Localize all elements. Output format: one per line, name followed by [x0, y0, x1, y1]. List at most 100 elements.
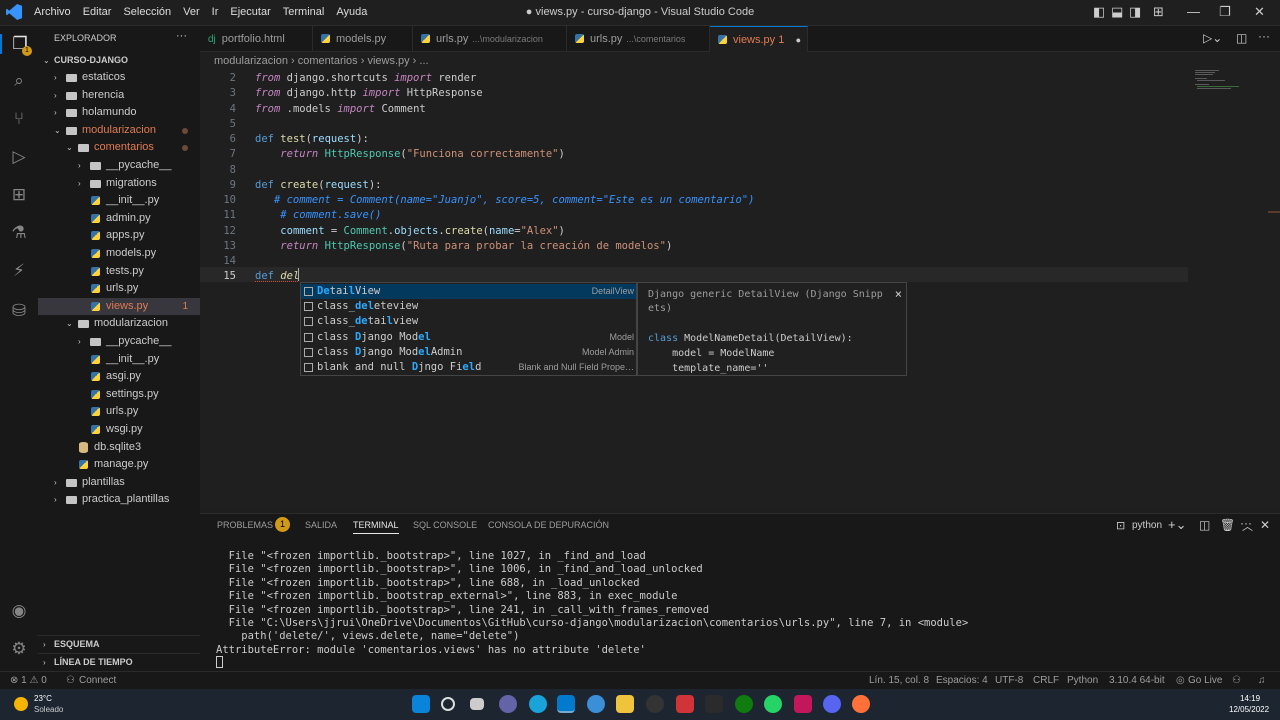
menu-archivo[interactable]: Archivo	[34, 6, 71, 18]
github-icon[interactable]	[646, 695, 664, 713]
tab-portfolio-html[interactable]: dj portfolio.html	[200, 26, 313, 52]
whatsapp-icon[interactable]	[764, 695, 782, 713]
file-item[interactable]: apps.py	[38, 227, 200, 244]
close-window-icon[interactable]: ✕	[1254, 4, 1265, 20]
language-mode[interactable]: Python	[1067, 675, 1098, 686]
explorer-icon[interactable]: ❐	[0, 34, 38, 54]
kill-terminal-icon[interactable]: 🗑	[1220, 518, 1235, 532]
file-item[interactable]: __init__.py	[38, 351, 200, 368]
tab-views-py-1[interactable]: views.py 1 ●	[710, 26, 808, 52]
clock-time[interactable]: 14:19	[1240, 694, 1260, 703]
file-item[interactable]: asgi.py	[38, 368, 200, 385]
code-line[interactable]: return HttpResponse("Funciona correctame…	[255, 147, 565, 162]
weather-desc[interactable]: Soleado	[34, 705, 63, 714]
folder-item[interactable]: › __pycache__	[38, 333, 200, 350]
extensions-icon[interactable]: ⊞	[9, 185, 29, 205]
menu-ejecutar[interactable]: Ejecutar	[230, 6, 270, 18]
code-line[interactable]: return HttpResponse("Ruta para probar la…	[255, 239, 672, 254]
menu-selección[interactable]: Selección	[123, 6, 171, 18]
code-line[interactable]: def create(request):	[255, 178, 381, 193]
file-item[interactable]: wsgi.py	[38, 421, 200, 438]
run-file-icon[interactable]: ▷⌄	[1203, 31, 1222, 45]
terminal-shell[interactable]: python	[1132, 520, 1162, 531]
source-control-icon[interactable]: ⑂	[9, 109, 29, 129]
file-explorer-icon[interactable]	[616, 695, 634, 713]
menu-ayuda[interactable]: Ayuda	[336, 6, 367, 18]
layout-sidebar-icon[interactable]: ◧	[1093, 4, 1105, 20]
go-live-button[interactable]: Go Live	[1188, 675, 1222, 686]
folder-item[interactable]: ⌄ comentarios	[38, 139, 200, 156]
edge-icon[interactable]	[529, 695, 547, 713]
suggestion-item[interactable]: class Django Model Model	[301, 330, 636, 345]
close-details-icon[interactable]: ×	[895, 287, 902, 301]
tab-urls-py[interactable]: urls.py ...\comentarios	[567, 26, 710, 52]
editor-more-icon[interactable]: ···	[1258, 29, 1270, 43]
file-item[interactable]: views.py 1	[38, 297, 200, 315]
file-item[interactable]: __init__.py	[38, 192, 200, 209]
file-item[interactable]: db.sqlite3	[38, 439, 200, 456]
menu-ir[interactable]: Ir	[212, 6, 219, 18]
file-item[interactable]: urls.py	[38, 280, 200, 297]
split-editor-icon[interactable]: ◫	[1236, 31, 1247, 45]
testing-icon[interactable]: ⚗	[9, 223, 29, 243]
timeline-section[interactable]: › LÍNEA DE TIEMPO	[38, 653, 200, 670]
vscode-taskbar-icon[interactable]	[557, 695, 575, 713]
breadcrumb[interactable]: modularizacion › comentarios › views.py …	[200, 52, 1280, 70]
code-line[interactable]: # comment.save()	[255, 208, 381, 223]
file-item[interactable]: tests.py	[38, 263, 200, 280]
search-taskbar-icon[interactable]	[441, 697, 455, 711]
suggestion-item[interactable]: class_detailview	[301, 314, 636, 329]
problems-status[interactable]: ⊗ 1 ⚠ 0	[10, 675, 47, 686]
new-terminal-icon[interactable]: +⌄	[1168, 517, 1186, 533]
folder-item[interactable]: › migrations	[38, 175, 200, 192]
end-of-line[interactable]: CRLF	[1033, 675, 1059, 686]
notifications-icon[interactable]: ♫	[1258, 675, 1266, 686]
file-item[interactable]: models.py	[38, 245, 200, 262]
tab-urls-py[interactable]: urls.py ...\modularizacion	[413, 26, 567, 52]
terminal-app-icon[interactable]	[705, 695, 723, 713]
encoding[interactable]: UTF-8	[995, 675, 1023, 686]
remote-explorer-icon[interactable]: ⚡	[9, 261, 29, 281]
suggestion-item[interactable]: class_deleteview	[301, 299, 636, 314]
panel-tab-consola-de-depuraci-n[interactable]: CONSOLA DE DEPURACIÓN	[488, 520, 609, 530]
chat-icon[interactable]	[499, 695, 517, 713]
code-line[interactable]: comment = Comment.objects.create(name="A…	[255, 224, 565, 239]
panel-tab-salida[interactable]: SALIDA	[305, 520, 337, 530]
start-icon[interactable]	[412, 695, 430, 713]
file-item[interactable]: manage.py	[38, 456, 200, 473]
customize-layout-icon[interactable]: ⊞	[1153, 4, 1164, 20]
minimap[interactable]	[1193, 70, 1239, 90]
suggestion-item[interactable]: DetailView DetailView	[301, 284, 636, 299]
code-line[interactable]: def del	[255, 269, 299, 284]
editor-scrollbar[interactable]	[1268, 70, 1280, 510]
account-icon[interactable]: ◉	[9, 601, 29, 621]
panel-tab-sql-console[interactable]: SQL CONSOLE	[413, 520, 477, 530]
file-item[interactable]: settings.py	[38, 386, 200, 403]
code-line[interactable]: def test(request):	[255, 132, 369, 147]
folder-item[interactable]: ⌄ modularizacion	[38, 122, 200, 139]
outline-section[interactable]: › ESQUEMA	[38, 635, 200, 652]
discord-icon[interactable]	[823, 695, 841, 713]
database-icon[interactable]: ⛁	[9, 301, 29, 321]
maximize-panel-icon[interactable]: ︿	[1242, 518, 1253, 534]
layout-panel-icon[interactable]: ⬓	[1111, 4, 1123, 20]
xbox-icon[interactable]	[735, 695, 753, 713]
unsaved-dot-icon[interactable]: ●	[796, 27, 801, 53]
code-line[interactable]: from django.http import HttpResponse	[255, 86, 483, 101]
firefox-icon[interactable]	[852, 695, 870, 713]
app-icon[interactable]	[794, 695, 812, 713]
connect-status[interactable]: Connect	[79, 675, 116, 686]
panel-tab-terminal[interactable]: TERMINAL	[353, 520, 399, 534]
layout-aux-icon[interactable]: ◨	[1129, 4, 1141, 20]
python-interpreter[interactable]: 3.10.4 64-bit	[1109, 675, 1165, 686]
indentation[interactable]: Espacios: 4	[936, 675, 988, 686]
restore-icon[interactable]: ❐	[1219, 4, 1231, 20]
file-item[interactable]: urls.py	[38, 403, 200, 420]
close-panel-icon[interactable]: ✕	[1260, 518, 1270, 532]
code-line[interactable]: from django.shortcuts import render	[255, 71, 476, 86]
minimize-icon[interactable]: —	[1187, 4, 1200, 19]
split-terminal-icon[interactable]: ◫	[1199, 518, 1210, 532]
accounts-status-icon[interactable]: ⚇	[1232, 675, 1241, 686]
panel-tab-problemas[interactable]: PROBLEMAS	[217, 520, 273, 530]
code-line[interactable]: from .models import Comment	[255, 102, 426, 117]
